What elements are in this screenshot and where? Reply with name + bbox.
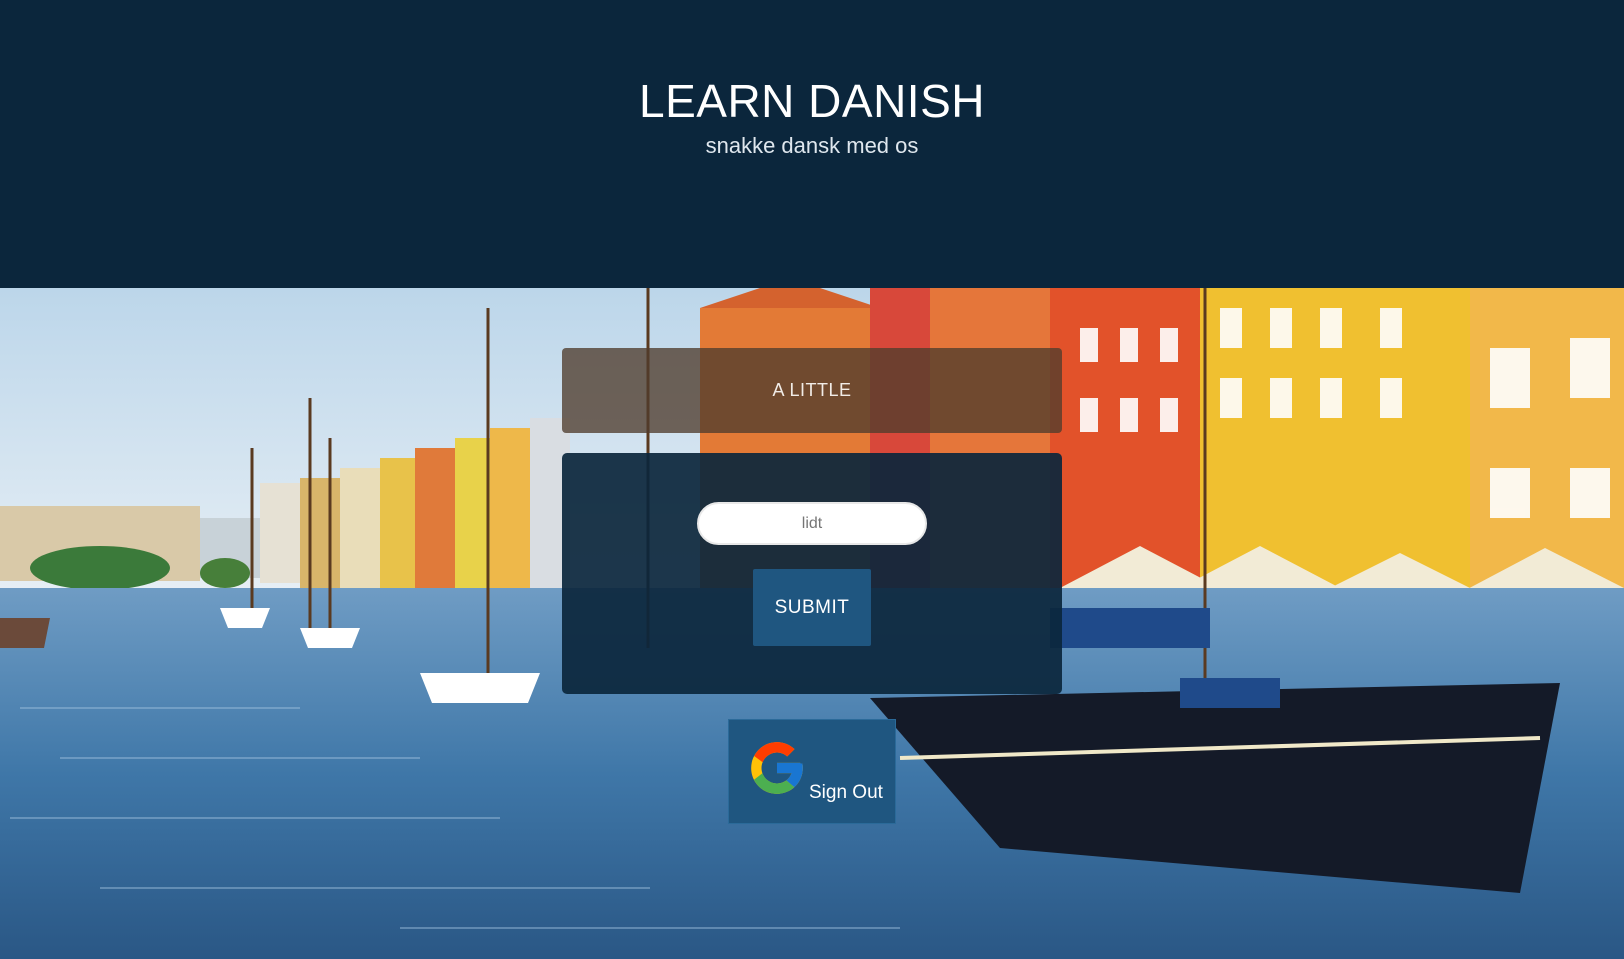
- answer-form: SUBMIT: [562, 453, 1062, 694]
- page-title: LEARN DANISH: [639, 75, 985, 127]
- answer-input[interactable]: [697, 502, 927, 545]
- google-g-icon: [751, 742, 803, 794]
- submit-button[interactable]: SUBMIT: [753, 569, 871, 646]
- google-signout-button[interactable]: Sign Out: [728, 719, 896, 824]
- prompt-card: A LITTLE: [562, 348, 1062, 433]
- prompt-text: A LITTLE: [772, 380, 852, 400]
- signout-label: Sign Out: [809, 782, 883, 803]
- page-header: LEARN DANISH snakke dansk med os: [0, 0, 1624, 288]
- page-subtitle: snakke dansk med os: [705, 133, 919, 158]
